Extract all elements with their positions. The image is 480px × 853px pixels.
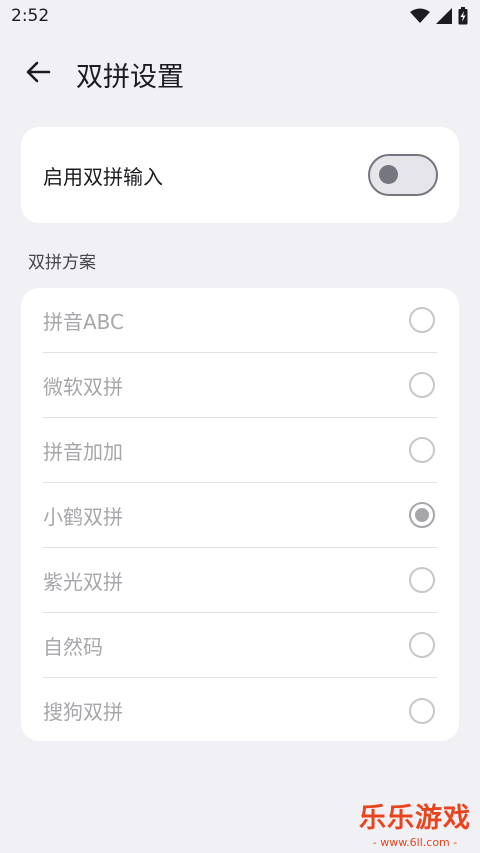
status-bar: 2:52 xyxy=(0,0,480,32)
scheme-item[interactable]: 小鹤双拼 xyxy=(43,483,437,548)
back-button[interactable] xyxy=(10,46,66,102)
arrow-left-icon xyxy=(25,60,51,88)
watermark-url: - www.6ll.com - xyxy=(372,836,458,849)
enable-shuangpin-label: 启用双拼输入 xyxy=(43,164,163,189)
scheme-label: 拼音ABC xyxy=(43,309,125,334)
switch-knob xyxy=(379,165,398,184)
scheme-label: 自然码 xyxy=(43,634,103,659)
radio-button[interactable] xyxy=(409,697,435,724)
radio-button[interactable] xyxy=(409,567,435,593)
scheme-item[interactable]: 微软双拼 xyxy=(43,353,437,418)
enable-shuangpin-switch[interactable] xyxy=(368,154,438,196)
radio-button[interactable] xyxy=(409,632,435,658)
scheme-item[interactable]: 搜狗双拼 xyxy=(43,678,437,743)
scheme-label: 拼音加加 xyxy=(43,439,123,464)
scheme-item[interactable]: 拼音加加 xyxy=(43,418,437,483)
scheme-label: 搜狗双拼 xyxy=(43,700,123,724)
radio-button[interactable] xyxy=(409,307,435,333)
wifi-icon xyxy=(410,8,430,24)
status-icons xyxy=(410,7,468,25)
radio-dot xyxy=(415,508,429,522)
section-header: 双拼方案 xyxy=(28,253,96,273)
battery-icon xyxy=(458,7,468,25)
scheme-item[interactable]: 紫光双拼 xyxy=(43,548,437,613)
scheme-item[interactable]: 自然码 xyxy=(43,613,437,678)
watermark-text: 乐乐游戏 xyxy=(359,803,471,834)
scheme-list: 拼音ABC 微软双拼 拼音加加 小鹤双拼 紫光双拼 自然码 搜狗双拼 xyxy=(21,288,459,741)
enable-shuangpin-row[interactable]: 启用双拼输入 xyxy=(21,127,459,223)
status-time: 2:52 xyxy=(11,6,50,26)
page-title: 双拼设置 xyxy=(76,61,184,93)
radio-button[interactable] xyxy=(409,437,435,463)
radio-button-selected[interactable] xyxy=(409,502,435,528)
scheme-item[interactable]: 拼音ABC xyxy=(43,288,437,353)
watermark-logo: 乐乐游戏 - www.6ll.com - xyxy=(356,797,474,853)
scheme-label: 微软双拼 xyxy=(43,374,123,399)
radio-button[interactable] xyxy=(409,372,435,398)
scheme-label: 小鹤双拼 xyxy=(43,504,123,529)
app-bar: 双拼设置 xyxy=(0,44,480,104)
signal-icon xyxy=(436,8,452,24)
scheme-label: 紫光双拼 xyxy=(43,569,123,594)
